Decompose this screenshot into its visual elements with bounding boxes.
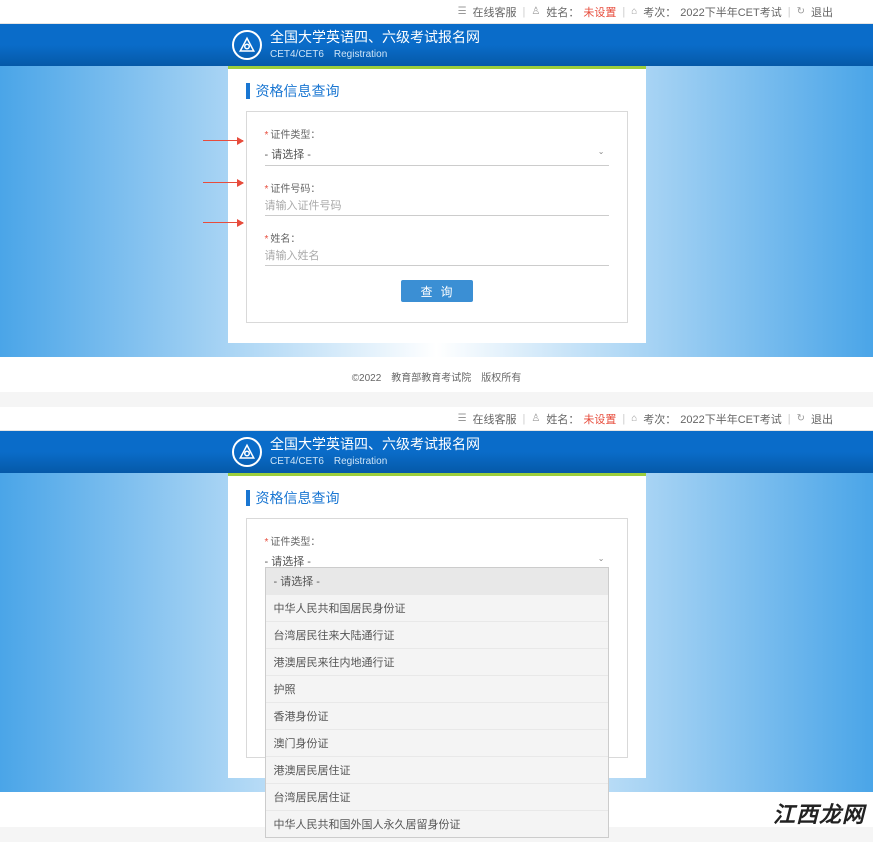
dropdown-option[interactable]: 护照 (266, 676, 608, 703)
name-label: 姓名： (546, 4, 579, 20)
id-number-label: *证件号码： (265, 180, 609, 195)
user-icon: ♙ (531, 413, 540, 424)
separator: | (622, 413, 625, 425)
user-icon: ♙ (531, 6, 540, 17)
id-type-label: *证件类型： (265, 533, 609, 548)
header-band: 全国大学英语四、六级考试报名网 CET4/CET6 Registration (0, 24, 873, 66)
name-value: 未设置 (583, 4, 616, 20)
required-mark: * (265, 537, 269, 548)
required-mark: * (265, 130, 269, 141)
content-area: 资格信息查询 *证件类型： - 请选择 - ⌄ *证 (0, 66, 873, 357)
content-area: 资格信息查询 *证件类型： - 请选择 - ⌄ - 请选择 - 中华人民共和国居… (0, 473, 873, 792)
id-type-dropdown: - 请选择 - 中华人民共和国居民身份证 台湾居民往来大陆通行证 港澳居民来往内… (265, 567, 609, 838)
site-title: 全国大学英语四、六级考试报名网 (270, 437, 480, 452)
dropdown-option[interactable]: 港澳居民来往内地通行证 (266, 649, 608, 676)
exam-value: 2022下半年CET考试 (680, 411, 781, 427)
site-title: 全国大学英语四、六级考试报名网 (270, 30, 480, 45)
top-bar: ☰ 在线客服 | ♙ 姓名： 未设置 | ⌂ 考次： 2022下半年CET考试 … (0, 407, 873, 431)
screenshot-2: ☰ 在线客服 | ♙ 姓名： 未设置 | ⌂ 考次： 2022下半年CET考试 … (0, 407, 873, 827)
logout-icon: ↻ (797, 413, 805, 424)
exam-label: 考次： (643, 4, 676, 20)
query-panel: 资格信息查询 *证件类型： - 请选择 - ⌄ *证 (228, 66, 646, 343)
logo-icon (232, 30, 262, 60)
site-subtitle: CET4/CET6 Registration (270, 45, 480, 60)
footer-copyright: ©2022 教育部教育考试院 版权所有 (0, 357, 873, 392)
screenshot-1: ☰ 在线客服 | ♙ 姓名： 未设置 | ⌂ 考次： 2022下半年CET考试 … (0, 0, 873, 392)
dropdown-option[interactable]: 台湾居民居住证 (266, 784, 608, 811)
name-label: 姓名： (546, 411, 579, 427)
site-subtitle: CET4/CET6 Registration (270, 452, 480, 467)
name-label-field: *姓名： (265, 230, 609, 245)
query-button[interactable]: 查询 (401, 280, 473, 302)
dropdown-option[interactable]: 澳门身份证 (266, 730, 608, 757)
logout-icon: ↻ (797, 6, 805, 17)
top-bar: ☰ 在线客服 | ♙ 姓名： 未设置 | ⌂ 考次： 2022下半年CET考试 … (0, 0, 873, 24)
dropdown-option[interactable]: 香港身份证 (266, 703, 608, 730)
panel-title: 资格信息查询 (256, 81, 340, 101)
exam-value: 2022下半年CET考试 (680, 4, 781, 20)
dropdown-option[interactable]: 港澳居民居住证 (266, 757, 608, 784)
id-type-row: *证件类型： - 请选择 - ⌄ (265, 126, 609, 166)
required-mark: * (265, 184, 269, 195)
form-box: *证件类型： - 请选择 - ⌄ - 请选择 - 中华人民共和国居民身份证 台湾… (246, 518, 628, 758)
logo-icon (232, 437, 262, 467)
id-type-label: *证件类型： (265, 126, 609, 141)
headset-icon: ☰ (458, 6, 467, 17)
separator: | (622, 6, 625, 18)
id-type-row: *证件类型： - 请选择 - ⌄ - 请选择 - 中华人民共和国居民身份证 台湾… (265, 533, 609, 573)
arrow-icon (203, 222, 243, 223)
id-type-select[interactable]: - 请选择 - (265, 143, 609, 166)
online-service-link[interactable]: 在线客服 (473, 411, 517, 427)
exam-label: 考次： (643, 411, 676, 427)
tag-icon: ⌂ (631, 6, 637, 17)
arrow-icon (203, 140, 243, 141)
id-number-row: *证件号码： (265, 180, 609, 216)
heading-bar-icon (246, 490, 250, 506)
tag-icon: ⌂ (631, 413, 637, 424)
separator: | (523, 6, 526, 18)
logout-link[interactable]: 退出 (811, 411, 833, 427)
name-input[interactable] (265, 247, 609, 266)
arrow-icon (203, 182, 243, 183)
id-number-input[interactable] (265, 197, 609, 216)
required-mark: * (265, 234, 269, 245)
dropdown-option[interactable]: 中华人民共和国外国人永久居留身份证 (266, 811, 608, 837)
name-row: *姓名： (265, 230, 609, 266)
panel-title: 资格信息查询 (256, 488, 340, 508)
online-service-link[interactable]: 在线客服 (473, 4, 517, 20)
watermark-text: 江西龙网 (773, 797, 865, 829)
dropdown-option[interactable]: 中华人民共和国居民身份证 (266, 595, 608, 622)
dropdown-option[interactable]: - 请选择 - (266, 568, 608, 595)
panel-heading: 资格信息查询 (246, 81, 628, 101)
logout-link[interactable]: 退出 (811, 4, 833, 20)
separator: | (788, 6, 791, 18)
dropdown-option[interactable]: 台湾居民往来大陆通行证 (266, 622, 608, 649)
query-panel: 资格信息查询 *证件类型： - 请选择 - ⌄ - 请选择 - 中华人民共和国居… (228, 473, 646, 778)
separator: | (788, 413, 791, 425)
headset-icon: ☰ (458, 413, 467, 424)
separator: | (523, 413, 526, 425)
header-band: 全国大学英语四、六级考试报名网 CET4/CET6 Registration (0, 431, 873, 473)
panel-heading: 资格信息查询 (246, 488, 628, 508)
form-box: *证件类型： - 请选择 - ⌄ *证件号码： *姓名： (246, 111, 628, 323)
heading-bar-icon (246, 83, 250, 99)
name-value: 未设置 (583, 411, 616, 427)
